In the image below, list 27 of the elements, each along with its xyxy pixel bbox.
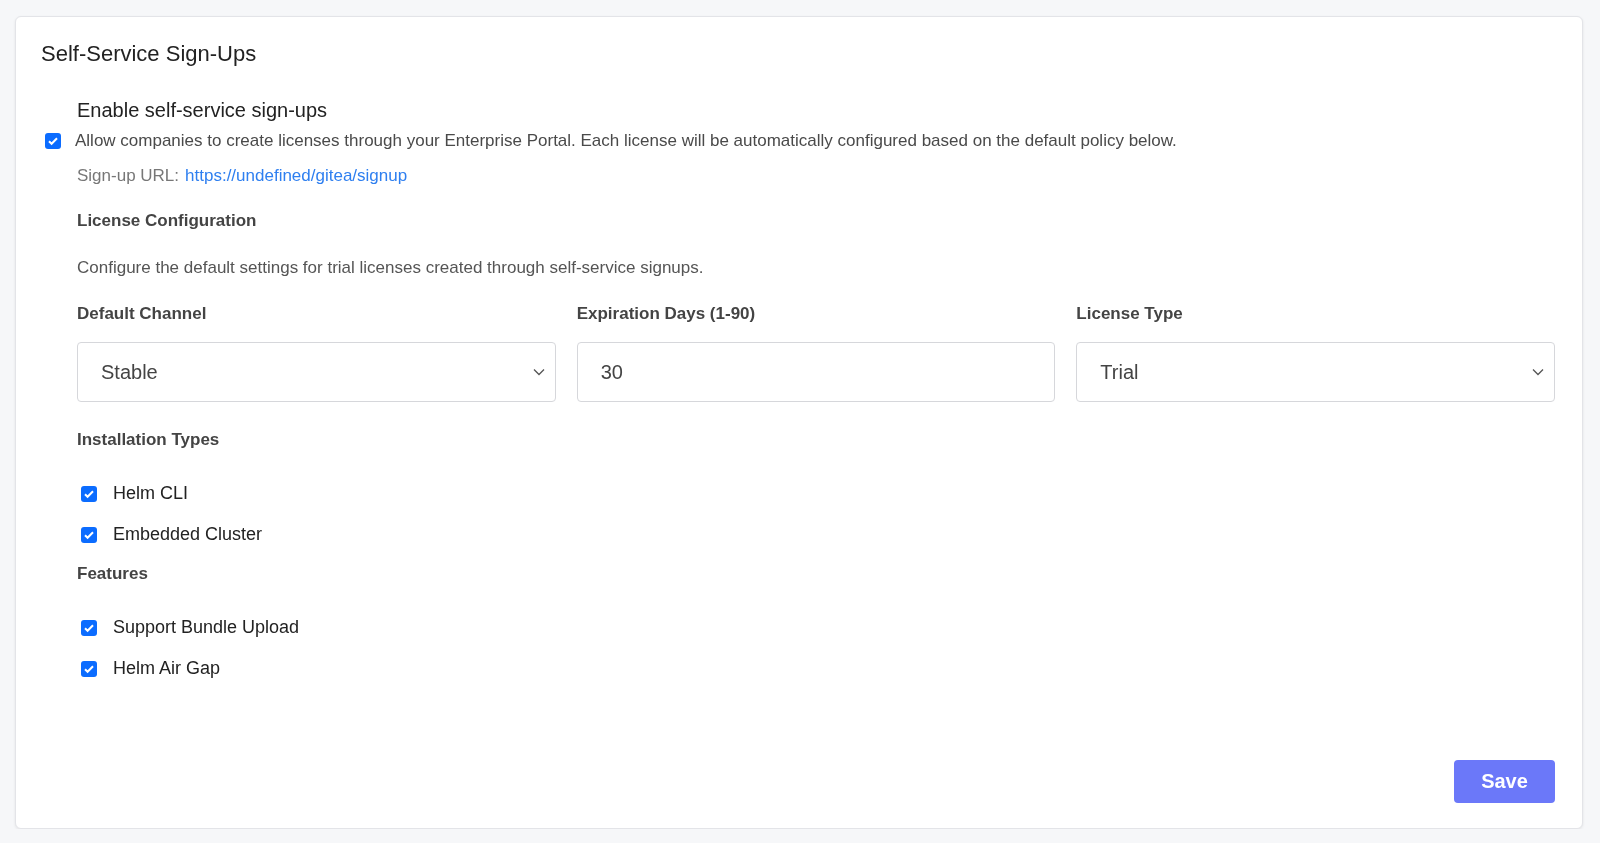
- field-label: Default Channel: [77, 303, 208, 325]
- section-heading: Enable self-service sign-ups: [77, 98, 329, 123]
- section-heading: Installation Types: [77, 429, 221, 451]
- save-button[interactable]: Save: [1454, 760, 1555, 803]
- chevron-down-icon: [1532, 368, 1544, 376]
- checkbox-label: Support Bundle Upload: [113, 617, 300, 638]
- field-label: Expiration Days (1-90): [576, 303, 757, 325]
- select-field[interactable]: Trial: [1076, 342, 1555, 402]
- checkbox-label: Embedded Cluster: [113, 524, 263, 545]
- field-label: License Type: [1076, 303, 1184, 325]
- checkbox[interactable]: [81, 619, 97, 636]
- signup-link[interactable]: https://undefined/gitea/signup: [185, 164, 408, 188]
- checkbox-label: Helm Air Gap: [113, 658, 221, 679]
- checkbox[interactable]: [81, 660, 97, 677]
- card-title: Self-Service Sign-Ups: [41, 40, 258, 68]
- description-text: Allow companies to create licenses through your Enterprise Portal. Each license will be automatically configured based on the default policy below.: [75, 130, 1177, 152]
- chevron-down-icon: [532, 368, 545, 376]
- description-text: Configure the default settings for trial licenses created through self-service signups.: [77, 257, 705, 279]
- section-heading: License Configuration: [77, 210, 258, 232]
- input-field[interactable]: 30: [576, 342, 1056, 402]
- checkbox[interactable]: [81, 526, 97, 543]
- checkbox-label: Helm CLI: [113, 483, 188, 504]
- url-label: Sign-up URL:: [77, 165, 180, 187]
- section-heading: Features: [77, 563, 149, 585]
- checkbox[interactable]: [81, 485, 97, 502]
- select-field[interactable]: Stable: [77, 342, 556, 402]
- checkbox[interactable]: [45, 133, 61, 149]
